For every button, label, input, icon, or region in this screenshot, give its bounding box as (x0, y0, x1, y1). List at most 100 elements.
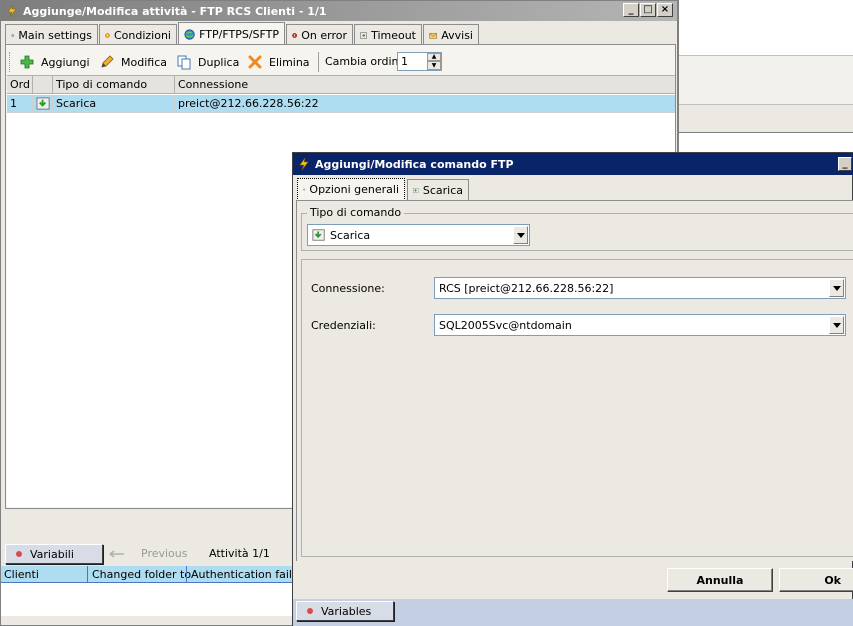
pencil-icon (101, 55, 114, 68)
row-ord: 1 (7, 95, 33, 113)
previous-label: Previous (141, 547, 188, 560)
tab-label: On error (301, 28, 347, 42)
tab-opzioni-generali[interactable]: Opzioni generali (297, 178, 405, 201)
toolbar-grip (9, 52, 12, 72)
ok-button[interactable]: Ok (779, 568, 853, 592)
row-icon-cell (33, 95, 53, 113)
background-window-bar (679, 105, 853, 133)
download-icon (312, 229, 325, 241)
add-label: Aggiungi (41, 55, 90, 69)
spinner-down-button[interactable]: ▼ (427, 61, 441, 70)
duplicate-label: Duplica (198, 55, 240, 69)
command-type-select[interactable]: Scarica (307, 224, 530, 246)
bottom-col-divider (87, 566, 88, 583)
tab-avvisi[interactable]: Avvisi (423, 24, 479, 45)
connection-panel (301, 259, 853, 557)
question-icon: ? (105, 32, 110, 37)
download-icon (413, 187, 419, 193)
column-header-connection[interactable]: Connessione (175, 76, 675, 94)
svg-text:?: ? (106, 33, 108, 37)
spinner-up-button[interactable]: ▲ (427, 53, 441, 61)
order-value: 1 (401, 55, 408, 68)
mail-icon (429, 32, 437, 39)
gear-icon (303, 188, 306, 191)
plus-icon (20, 55, 34, 69)
delete-label: Elimina (269, 55, 310, 69)
tab-main-settings[interactable]: Main settings (5, 24, 98, 45)
order-spinner[interactable]: 1 ▲ ▼ (397, 52, 442, 71)
credentials-select[interactable]: SQL2005Svc@ntdomain (434, 314, 846, 336)
row-connection: preict@212.66.228.56:22 (178, 97, 319, 110)
command-toolbar: Aggiungi Modifica Duplica Elimina Cambia… (9, 48, 442, 76)
tab-scarica[interactable]: Scarica (407, 179, 469, 200)
main-title: Aggiunge/Modifica attività - FTP RCS Cli… (23, 4, 327, 18)
bottom-col-clienti[interactable]: Clienti (4, 568, 39, 581)
previous-button[interactable]: Previous (109, 547, 188, 560)
table-row[interactable]: 1 Scarica preict@212.66.228.56:22 (7, 95, 675, 113)
main-title-bar: Aggiunge/Modifica attività - FTP RCS Cli… (1, 1, 677, 21)
tab-timeout[interactable]: Timeout (354, 24, 422, 45)
command-type-value: Scarica (330, 228, 371, 242)
row-type: Scarica (53, 95, 175, 113)
variables-button[interactable]: Variabili (5, 544, 103, 564)
variables-dot-icon (16, 551, 22, 557)
order-label: Cambia ordine (325, 55, 406, 68)
background-window-strip (679, 55, 853, 105)
tab-label: Opzioni generali (309, 183, 399, 196)
credentials-label: Credenziali: (311, 319, 376, 332)
chevron-down-icon[interactable] (513, 226, 528, 244)
column-header-icon[interactable] (33, 76, 53, 94)
background-window (678, 0, 853, 152)
connection-select[interactable]: RCS [preict@212.66.228.56:22] (434, 277, 846, 299)
tab-condizioni[interactable]: ? Condizioni (99, 24, 177, 45)
cancel-button[interactable]: Annulla (667, 568, 773, 592)
column-header-type[interactable]: Tipo di comando (53, 76, 175, 94)
connection-label: Connessione: (311, 282, 385, 295)
tab-ftp[interactable]: FTP/FTPS/SFTP (178, 22, 285, 45)
app-bolt-icon (299, 157, 309, 171)
dialog-minimize-button[interactable]: _ (838, 157, 852, 171)
close-button[interactable]: × (657, 3, 673, 17)
bottom-col-changed-folder[interactable]: Changed folder to (92, 568, 191, 581)
globe-icon (184, 28, 195, 40)
credentials-value: SQL2005Svc@ntdomain (439, 318, 572, 332)
download-icon (36, 97, 50, 110)
maximize-button[interactable]: □ (640, 3, 656, 17)
delete-x-icon (248, 55, 262, 69)
activity-counter: Attività 1/1 (209, 547, 270, 560)
chevron-down-icon[interactable] (829, 316, 844, 334)
dialog-title-bar: Aggiungi/Modifica comando FTP (293, 153, 853, 175)
timeout-icon (360, 31, 367, 39)
delete-button[interactable]: Elimina (247, 48, 310, 76)
dialog-variables-button[interactable]: Variables (296, 601, 394, 621)
dialog-tab-page: Tipo di comando Scarica Connessione: RCS… (296, 200, 853, 561)
tab-on-error[interactable]: On error (286, 24, 353, 45)
tab-label: Scarica (422, 183, 463, 197)
gear-icon (11, 33, 15, 37)
duplicate-button[interactable]: Duplica (176, 48, 239, 76)
variables-label: Variables (321, 604, 372, 618)
dialog-title: Aggiungi/Modifica comando FTP (315, 157, 514, 171)
chevron-down-icon[interactable] (829, 279, 844, 297)
ftp-command-dialog: Aggiungi/Modifica comando FTP _ Opzioni … (292, 152, 853, 626)
variables-label: Variabili (30, 547, 74, 561)
variables-dot-icon (307, 608, 313, 614)
tab-label: Main settings (18, 28, 92, 42)
arrow-left-icon (109, 549, 124, 558)
column-header-ord[interactable]: Ord (7, 76, 33, 94)
bottom-col-auth-failed[interactable]: Authentication failed (191, 568, 306, 581)
connection-value: RCS [preict@212.66.228.56:22] (439, 281, 614, 295)
edit-button[interactable]: Modifica (99, 48, 167, 76)
tab-label: Avvisi (441, 28, 473, 42)
group-label: Tipo di comando (307, 206, 405, 219)
tab-label: Timeout (371, 28, 416, 42)
duplicate-icon (177, 55, 191, 70)
minimize-button[interactable]: _ (623, 3, 639, 17)
app-bolt-icon (7, 4, 17, 18)
add-button[interactable]: Aggiungi (19, 48, 90, 76)
tab-label: FTP/FTPS/SFTP (199, 27, 279, 41)
edit-label: Modifica (121, 55, 167, 69)
tab-label: Condizioni (113, 28, 171, 42)
error-icon (292, 32, 298, 38)
toolbar-separator (318, 52, 319, 72)
